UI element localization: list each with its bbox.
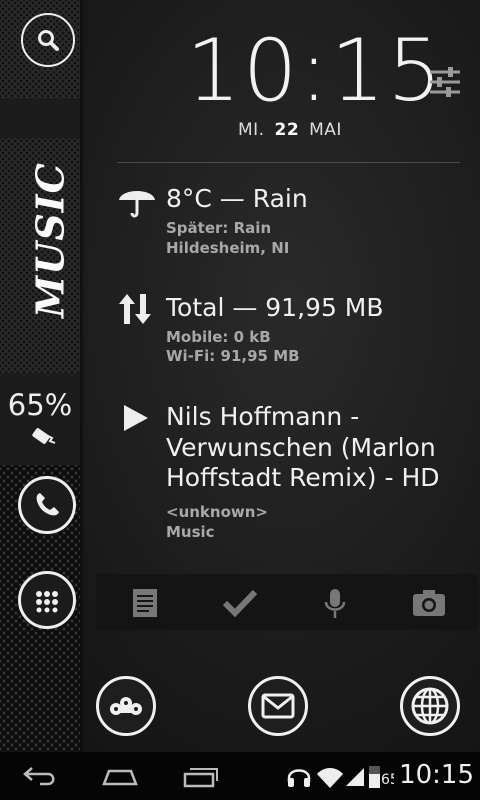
data-usage-mobile: Mobile: 0 kB (166, 328, 271, 346)
day: 22 (274, 120, 300, 140)
track-title-line1: Nils Hoffmann - (166, 402, 360, 431)
clock[interactable]: 10:15 (186, 28, 444, 114)
battery-status-icon: 65 (369, 766, 394, 788)
data-usage-wifi: Wi-Fi: 91,95 MB (166, 347, 300, 365)
recent-apps-icon[interactable] (182, 766, 220, 788)
month: MAI (309, 120, 342, 140)
data-transfer-icon (119, 294, 151, 324)
battery-level-text: 65 (381, 772, 394, 788)
track-artist: <unknown> (166, 503, 268, 521)
track-title-line3: Hoffstadt Remix) - HD (166, 463, 440, 492)
app-drawer-button[interactable] (18, 571, 76, 629)
signal-icon (346, 768, 364, 786)
shortcut-bar (96, 574, 478, 630)
dock-browser-button[interactable] (400, 676, 460, 736)
music-label: MUSIC (27, 162, 73, 318)
sidebar: MUSIC 65% (0, 0, 80, 752)
weather-later: Später: Rain (166, 219, 272, 237)
phone-button[interactable] (18, 476, 76, 534)
browser-icon (411, 687, 449, 725)
divider (117, 162, 460, 163)
data-usage-title[interactable]: Total — 91,95 MB (166, 293, 384, 324)
headphones-icon (287, 769, 311, 787)
search-button[interactable] (21, 13, 75, 67)
camera-icon[interactable] (412, 588, 446, 618)
mail-icon (261, 693, 295, 719)
wifi-icon (317, 768, 343, 788)
umbrella-icon (119, 191, 155, 218)
apps-grid-icon (36, 591, 58, 613)
weather-location: Hildesheim, NI (166, 239, 290, 257)
navigation-bar: 65 10:15 (0, 752, 480, 800)
status-time: 10:15 (399, 760, 474, 790)
track-source: Music (166, 523, 215, 541)
date: MI. 22 MAI (238, 120, 342, 140)
dock-mail-button[interactable] (248, 676, 308, 736)
mic-icon[interactable] (324, 588, 346, 620)
dock-app-button[interactable] (96, 676, 156, 736)
notes-icon[interactable] (132, 588, 158, 618)
battery-charging-icon (32, 428, 56, 444)
home-icon[interactable] (101, 768, 139, 786)
track-title[interactable]: Nils Hoffmann - Verwunschen (Marlon Hoff… (166, 402, 440, 494)
track-title-line2: Verwunschen (Marlon (166, 432, 436, 462)
play-icon[interactable] (122, 403, 150, 433)
check-icon[interactable] (222, 588, 258, 618)
search-icon (38, 30, 59, 51)
app-icon (110, 697, 142, 715)
weekday: MI. (238, 120, 265, 140)
weather-title[interactable]: 8°C — Rain (166, 184, 308, 215)
settings-sliders-icon[interactable] (428, 66, 462, 98)
battery-percent: 65% (7, 388, 73, 422)
back-icon[interactable] (22, 766, 58, 786)
phone-icon (36, 493, 59, 516)
